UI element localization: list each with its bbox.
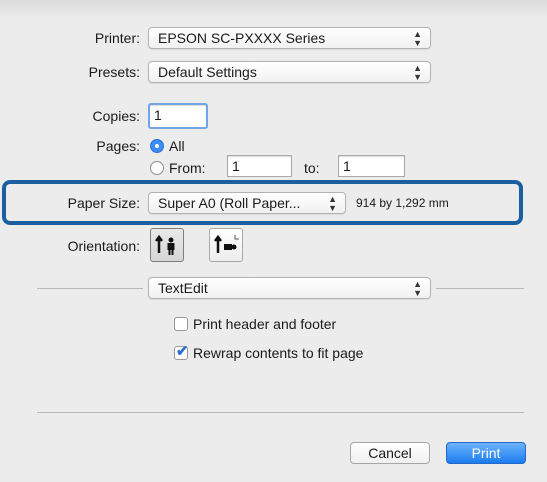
pages-from-field[interactable]: 1 <box>227 155 292 177</box>
print-button[interactable]: Print <box>446 442 526 464</box>
copies-field[interactable]: 1 <box>148 103 208 129</box>
print-header-footer-checkbox[interactable] <box>174 317 188 331</box>
landscape-icon <box>214 234 239 253</box>
paper-size-popup[interactable]: Super A0 (Roll Paper... ▲ ▼ <box>148 192 346 214</box>
presets-label: Presets: <box>88 64 140 80</box>
separator-left <box>37 288 143 289</box>
paper-size-value: Super A0 (Roll Paper... <box>158 195 301 211</box>
portrait-orientation-button[interactable] <box>150 228 184 262</box>
cancel-button[interactable]: Cancel <box>350 442 430 464</box>
pages-from-label: From: <box>169 160 206 176</box>
paper-size-label: Paper Size: <box>67 195 140 211</box>
copies-label: Copies: <box>92 108 140 124</box>
bottom-separator <box>37 412 524 413</box>
pages-to-label: to: <box>304 160 320 176</box>
landscape-orientation-button[interactable] <box>209 228 243 262</box>
printer-popup[interactable]: EPSON SC-PXXXX Series ▲ ▼ <box>148 27 431 49</box>
paper-size-dimensions: 914 by 1,292 mm <box>356 196 449 210</box>
printer-label: Printer: <box>94 30 140 46</box>
pages-to-field[interactable]: 1 <box>338 155 405 177</box>
section-popup-value: TextEdit <box>158 280 208 296</box>
dialog-top-edge <box>0 0 547 18</box>
pages-label: Pages: <box>96 138 140 154</box>
pages-all-radio[interactable] <box>150 139 164 153</box>
popup-arrows-icon: ▲ ▼ <box>413 29 422 48</box>
checkmark-icon: ✔ <box>176 343 189 360</box>
presets-popup[interactable]: Default Settings ▲ ▼ <box>148 61 431 83</box>
presets-value: Default Settings <box>158 64 257 80</box>
pages-from-radio[interactable] <box>150 161 164 175</box>
pages-all-label: All <box>169 138 185 154</box>
portrait-icon <box>155 234 175 255</box>
rewrap-contents-checkbox[interactable]: ✔ <box>174 343 189 360</box>
popup-arrows-icon: ▲ ▼ <box>328 194 337 213</box>
orientation-label: Orientation: <box>67 238 140 254</box>
section-popup[interactable]: TextEdit ▲ ▼ <box>148 277 431 299</box>
rewrap-contents-label: Rewrap contents to fit page <box>193 345 364 361</box>
separator-right <box>436 288 524 289</box>
popup-arrows-icon: ▲ ▼ <box>413 279 422 298</box>
popup-arrows-icon: ▲ ▼ <box>413 63 422 82</box>
print-header-footer-label: Print header and footer <box>193 316 337 332</box>
printer-value: EPSON SC-PXXXX Series <box>158 30 326 46</box>
